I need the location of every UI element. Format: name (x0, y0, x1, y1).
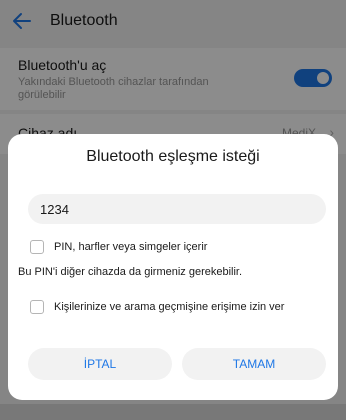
pin-letters-checkbox[interactable] (30, 240, 44, 254)
bluetooth-pairing-dialog: Bluetooth eşleşme isteği PIN, harfler ve… (8, 134, 338, 400)
ok-button[interactable]: TAMAM (182, 348, 326, 380)
dialog-title: Bluetooth eşleşme isteği (86, 148, 260, 165)
cancel-button[interactable]: İPTAL (28, 348, 172, 380)
pin-info-text: Bu PIN'i diğer cihazda da girmeniz gerek… (18, 266, 243, 278)
pin-letters-label: PIN, harfler veya simgeler içerir (54, 241, 208, 253)
pin-input[interactable] (28, 194, 326, 224)
contacts-access-label: Kişilerinize ve arama geçmişine erişime … (54, 301, 285, 313)
contacts-access-checkbox[interactable] (30, 300, 44, 314)
